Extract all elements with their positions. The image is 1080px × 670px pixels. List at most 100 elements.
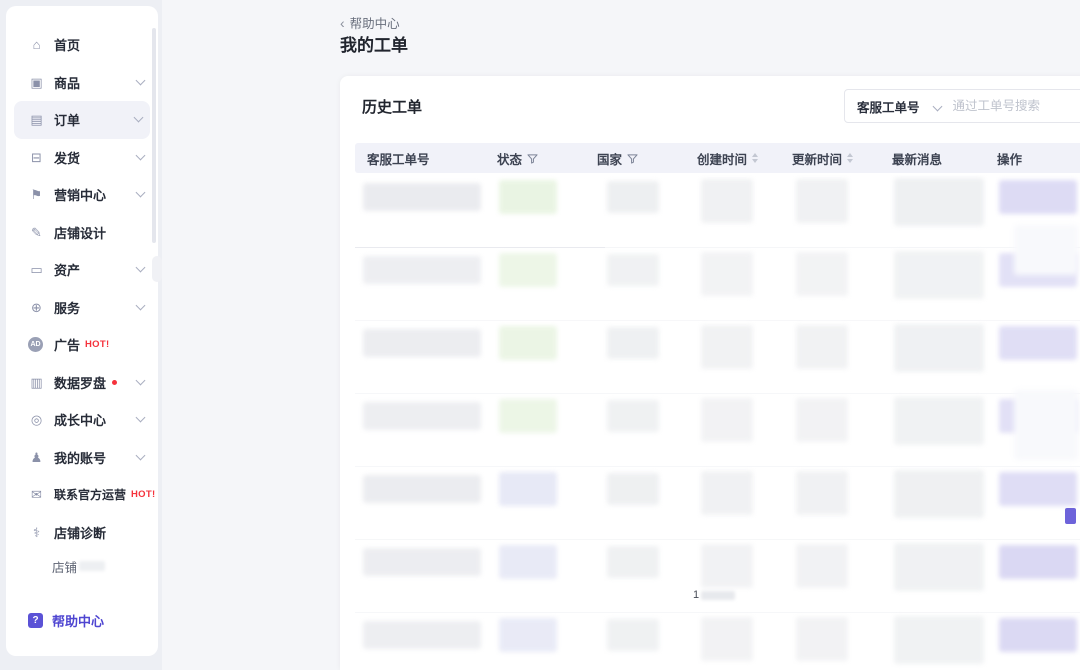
sidebar-collapse-handle[interactable] — [152, 256, 162, 282]
table-row[interactable] — [355, 394, 1080, 467]
sidebar-item-shipping[interactable]: ⊟ 发货 — [6, 139, 158, 177]
ghost-block — [1014, 390, 1078, 460]
sidebar-item-orders[interactable]: ▤ 订单 — [14, 101, 150, 139]
redacted-country — [607, 254, 659, 286]
redacted-latest-message — [894, 543, 984, 591]
sidebar-item-products[interactable]: ▣ 商品 — [6, 64, 158, 102]
redacted-updated-time — [796, 544, 848, 588]
table-row[interactable] — [355, 175, 1080, 248]
redacted-status-chip — [499, 326, 557, 360]
data-compass-icon: ▥ — [28, 376, 45, 389]
redacted-status-chip — [499, 399, 557, 433]
redacted-latest-message — [894, 616, 984, 664]
sidebar-item-ads[interactable]: AD 广告 HOT! — [6, 326, 158, 364]
ticket-search-input[interactable] — [951, 98, 1080, 114]
sort-icon[interactable] — [847, 153, 853, 163]
redacted-action-link[interactable] — [999, 326, 1077, 360]
sidebar-item-help-center[interactable]: ? 帮助中心 — [28, 611, 104, 630]
notification-dot — [112, 380, 117, 385]
account-icon: ♟ — [28, 451, 45, 464]
hot-badge: HOT! — [85, 339, 109, 350]
redacted-ticket-id — [363, 329, 481, 357]
home-icon: ⌂ — [28, 38, 45, 51]
table-row[interactable] — [355, 540, 1080, 613]
services-icon: ⊕ — [28, 301, 45, 314]
redacted-latest-message — [894, 251, 984, 299]
sort-icon[interactable] — [752, 153, 758, 163]
table-header-row: 客服工单号 状态 国家 创建时间 — [355, 143, 1080, 173]
redacted-updated-time — [796, 252, 848, 296]
redacted-created-time — [701, 617, 753, 661]
redacted-ticket-id — [363, 548, 481, 576]
redacted-latest-message — [894, 178, 984, 226]
redacted-country — [607, 473, 659, 505]
redacted-ticket-id — [363, 256, 481, 284]
redacted-country — [607, 400, 659, 432]
redacted-country — [607, 619, 659, 651]
help-icon: ? — [28, 613, 43, 628]
column-actions: 操作 — [997, 149, 1080, 168]
sidebar-item-contact-official[interactable]: ✉ 联系官方运营 HOT! — [6, 476, 158, 514]
table-row[interactable] — [355, 613, 1080, 670]
redacted-action-link[interactable] — [999, 472, 1077, 506]
redacted-action-link[interactable] — [999, 180, 1077, 214]
redacted-status-chip — [499, 545, 557, 579]
sidebar-scrollbar[interactable] — [152, 28, 156, 243]
redacted-ticket-id — [363, 402, 481, 430]
redacted-updated-time — [796, 617, 848, 661]
filter-icon[interactable] — [527, 153, 538, 164]
history-tickets-card: 历史工单 客服工单号 客服工单号 状态 — [340, 76, 1080, 670]
redacted-action-link[interactable] — [999, 545, 1077, 579]
sidebar-item-my-account[interactable]: ♟ 我的账号 — [6, 439, 158, 477]
shipping-icon: ⊟ — [28, 151, 45, 164]
redaction-remnant-text: 1 — [693, 589, 735, 601]
redacted-action-link[interactable] — [999, 618, 1077, 652]
sidebar: ⌂ 首页 ▣ 商品 ▤ 订单 ⊟ 发货 ⚑ 营销中心 — [6, 6, 158, 656]
chevron-down-icon — [136, 75, 146, 85]
sidebar-item-data-compass[interactable]: ▥ 数据罗盘 — [6, 364, 158, 402]
page-title: 我的工单 — [340, 31, 408, 56]
column-status: 状态 — [497, 149, 597, 168]
redacted-status-chip — [499, 180, 557, 214]
sidebar-item-growth-center[interactable]: ◎ 成长中心 — [6, 401, 158, 439]
table-row[interactable] — [355, 248, 1080, 321]
redacted-created-time — [701, 252, 753, 296]
redaction-remnant-glyph — [1065, 508, 1076, 524]
chevron-down-icon — [136, 450, 146, 460]
column-updated-time: 更新时间 — [792, 149, 892, 168]
chevron-down-icon — [136, 150, 146, 160]
sidebar-item-marketing[interactable]: ⚑ 营销中心 — [6, 176, 158, 214]
chevron-down-icon — [134, 113, 144, 123]
redacted-created-time — [701, 179, 753, 223]
growth-center-icon: ◎ — [28, 413, 45, 426]
table-row[interactable] — [355, 321, 1080, 394]
column-country: 国家 — [597, 149, 697, 168]
search-field-select[interactable]: 客服工单号 — [845, 97, 951, 116]
column-ticket-id: 客服工单号 — [355, 149, 497, 168]
orders-icon: ▤ — [28, 113, 45, 126]
sidebar-item-store-diagnosis[interactable]: ⚕ 店铺诊断 — [6, 514, 158, 552]
sidebar-item-home[interactable]: ⌂ 首页 — [6, 26, 158, 64]
column-latest-message: 最新消息 — [892, 149, 997, 168]
sidebar-item-assets[interactable]: ▭ 资产 — [6, 251, 158, 289]
redacted-status-chip — [499, 618, 557, 652]
products-icon: ▣ — [28, 76, 45, 89]
app-screen: ‹ 帮助中心 我的工单 创建客服工单 历史工单 客服工单号 — [0, 0, 1080, 670]
sidebar-subitem-store[interactable]: 店铺 — [6, 551, 158, 581]
chevron-down-icon — [932, 101, 942, 111]
breadcrumb[interactable]: ‹ 帮助中心 — [340, 13, 400, 32]
chevron-down-icon — [136, 188, 146, 198]
filter-icon[interactable] — [627, 153, 638, 164]
assets-icon: ▭ — [28, 263, 45, 276]
hot-badge: HOT! — [131, 489, 155, 500]
sidebar-item-services[interactable]: ⊕ 服务 — [6, 289, 158, 327]
table-row[interactable] — [355, 467, 1080, 540]
sidebar-item-store-design[interactable]: ✎ 店铺设计 — [6, 214, 158, 252]
marketing-icon: ⚑ — [28, 188, 45, 201]
sidebar-nav: ⌂ 首页 ▣ 商品 ▤ 订单 ⊟ 发货 ⚑ 营销中心 — [6, 6, 158, 581]
store-diagnosis-icon: ⚕ — [28, 526, 45, 539]
chevron-down-icon — [136, 413, 146, 423]
redacted-created-time — [701, 325, 753, 369]
redacted-latest-message — [894, 397, 984, 445]
column-created-time: 创建时间 — [697, 149, 792, 168]
